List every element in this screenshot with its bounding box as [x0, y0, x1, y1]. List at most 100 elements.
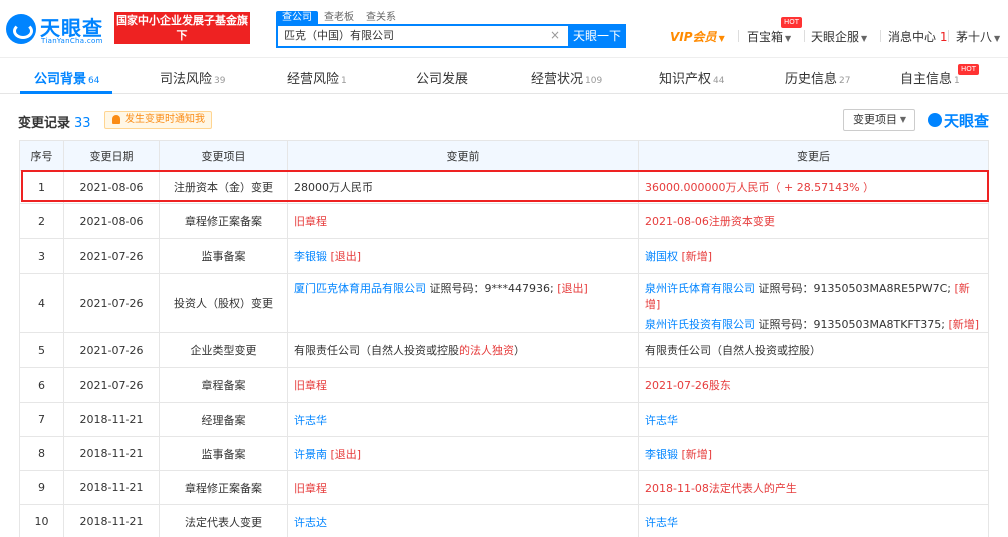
- tab-label: 历史信息: [785, 72, 838, 87]
- table-row: 8 2018-11-21 监事备案 许景南 [退出] 李银锻 [新增]: [19, 436, 989, 471]
- enterprise-service-menu[interactable]: 天眼企服 ▼: [811, 28, 867, 45]
- company-link[interactable]: 泉州许氏投资有限公司: [645, 318, 755, 331]
- header-date: 变更日期: [63, 140, 160, 171]
- row-after[interactable]: 许志华: [638, 402, 989, 437]
- nav-divider: [804, 30, 805, 42]
- section-count: 33: [74, 116, 91, 131]
- table-row: 3 2021-07-26 监事备案 李银锻 [退出] 谢国权 [新增]: [19, 238, 989, 274]
- tab-history-info[interactable]: 历史信息 27: [785, 68, 850, 87]
- row-index: 7: [19, 402, 64, 437]
- section-title-text: 变更记录: [18, 116, 71, 131]
- tab-company-background[interactable]: 公司背景 64: [34, 68, 99, 87]
- person-link[interactable]: 许景南: [294, 448, 327, 461]
- search-tab-relation[interactable]: 查关系: [360, 11, 402, 25]
- search-button[interactable]: 天眼一下: [568, 24, 626, 48]
- change-records-table: 序号 变更日期 变更项目 变更前 变更后 1 2021-08-06 注册资本（金…: [19, 140, 989, 537]
- table-row: 9 2018-11-21 章程修正案备案 旧章程 2018-11-08法定代表人…: [19, 470, 989, 505]
- tab-business-status[interactable]: 经营状况 109: [531, 68, 602, 87]
- tab-count: 1: [341, 76, 347, 86]
- badge-line-1: 国家中小企业发展子基金旗下: [116, 14, 248, 42]
- person-link[interactable]: 李银锻: [645, 448, 678, 461]
- message-count: 1: [939, 30, 948, 44]
- before-text: 有限责任公司（自然人投资或控股: [294, 344, 459, 357]
- nav-divider: [738, 30, 739, 42]
- vip-menu[interactable]: VIP会员 ▼: [670, 28, 725, 45]
- row-after[interactable]: 许志华: [638, 504, 989, 537]
- search-type-tabs: 查公司 查老板 查关系: [276, 9, 402, 25]
- tab-company-development[interactable]: 公司发展: [416, 68, 468, 87]
- clear-icon[interactable]: ×: [550, 28, 560, 42]
- license-code: 证照号码：9***447936;: [426, 282, 554, 295]
- chevron-down-icon: ▼: [718, 34, 725, 43]
- row-date: 2021-07-26: [63, 332, 160, 368]
- eye-logo-icon: [928, 113, 942, 127]
- row-before[interactable]: 许志达: [287, 504, 639, 537]
- notify-on-change-button[interactable]: 发生变更时通知我: [104, 111, 212, 129]
- row-before: 有限责任公司（自然人投资或控股的法人独资）: [287, 332, 639, 368]
- row-item: 监事备案: [159, 436, 288, 471]
- change-item-select[interactable]: 变更项目 ▼: [843, 109, 915, 131]
- row-item: 注册资本（金）变更: [159, 170, 288, 204]
- tab-count: 39: [214, 76, 226, 86]
- tab-judicial-risk[interactable]: 司法风险 39: [160, 68, 225, 87]
- row-index: 9: [19, 470, 64, 505]
- tab-label: 经营风险: [287, 72, 340, 87]
- top-header: 天眼查 TianYanCha.com 国家中小企业发展子基金旗下 官方备案企业征…: [0, 0, 1008, 58]
- header-index: 序号: [19, 140, 64, 171]
- row-index: 4: [19, 273, 64, 333]
- row-item: 章程修正案备案: [159, 203, 288, 239]
- row-after: 36000.000000万人民币（ + 28.57143% ）: [638, 170, 989, 204]
- watermark-text: 天眼查: [944, 112, 990, 130]
- row-index: 10: [19, 504, 64, 537]
- person-link[interactable]: 李银锻: [294, 250, 327, 263]
- table-row: 6 2021-07-26 章程备案 旧章程 2021-07-26股东: [19, 367, 989, 403]
- row-date: 2018-11-21: [63, 504, 160, 537]
- chevron-down-icon: ▼: [899, 115, 906, 124]
- row-item: 法定代表人变更: [159, 504, 288, 537]
- chevron-down-icon: ▼: [994, 34, 1001, 43]
- notify-label: 发生变更时通知我: [125, 114, 205, 125]
- search-tab-boss[interactable]: 查老板: [318, 11, 360, 25]
- tab-count: 27: [839, 76, 851, 86]
- row-item: 企业类型变更: [159, 332, 288, 368]
- tab-label: 自主信息: [900, 72, 953, 87]
- row-before: 28000万人民币: [287, 170, 639, 204]
- company-link[interactable]: 厦门匹克体育用品有限公司: [294, 282, 426, 295]
- tianyancha-logo[interactable]: 天眼查 TianYanCha.com: [6, 12, 110, 46]
- row-before: 李银锻 [退出]: [287, 238, 639, 274]
- row-before[interactable]: 许志华: [287, 402, 639, 437]
- message-center-link[interactable]: 消息中心 1: [888, 28, 947, 45]
- row-after: 泉州许氏体育有限公司 证照号码：91350503MA8RE5PW7C; [新增]…: [638, 273, 989, 333]
- search-tab-company[interactable]: 查公司: [276, 11, 318, 25]
- row-after: 有限责任公司（自然人投资或控股）: [638, 332, 989, 368]
- row-after: 谢国权 [新增]: [638, 238, 989, 274]
- company-link[interactable]: 泉州许氏体育有限公司: [645, 282, 755, 295]
- toolbox-label: 百宝箱: [747, 30, 784, 44]
- toolbox-menu[interactable]: 百宝箱 ▼: [747, 28, 791, 45]
- table-row: 2 2021-08-06 章程修正案备案 旧章程 2021-08-06注册资本变…: [19, 203, 989, 239]
- row-before: 旧章程: [287, 203, 639, 239]
- search-input[interactable]: 匹克（中国）有限公司: [276, 24, 568, 48]
- row-item: 章程修正案备案: [159, 470, 288, 505]
- tab-self-info[interactable]: 自主信息 1: [900, 68, 960, 87]
- row-item: 经理备案: [159, 402, 288, 437]
- row-date: 2021-08-06: [63, 203, 160, 239]
- row-after: 2021-07-26股东: [638, 367, 989, 403]
- row-before: 旧章程: [287, 367, 639, 403]
- tab-intellectual-property[interactable]: 知识产权 44: [659, 68, 724, 87]
- row-item: 章程备案: [159, 367, 288, 403]
- section-title: 变更记录 33: [18, 112, 91, 131]
- user-menu[interactable]: 茅十八 ▼: [956, 28, 1000, 45]
- table-row: 7 2018-11-21 经理备案 许志华 许志华: [19, 402, 989, 437]
- row-index: 8: [19, 436, 64, 471]
- tab-count: 109: [585, 76, 603, 86]
- row-index: 1: [19, 170, 64, 204]
- new-tag: [新增]: [681, 447, 713, 461]
- new-tag: [新增]: [681, 250, 713, 263]
- table-header-row: 序号 变更日期 变更项目 变更前 变更后: [19, 140, 989, 171]
- person-link[interactable]: 谢国权: [645, 250, 678, 263]
- tab-operation-risk[interactable]: 经营风险 1: [287, 68, 347, 87]
- row-index: 6: [19, 367, 64, 403]
- tab-count: 64: [88, 76, 100, 86]
- row-date: 2021-07-26: [63, 273, 160, 333]
